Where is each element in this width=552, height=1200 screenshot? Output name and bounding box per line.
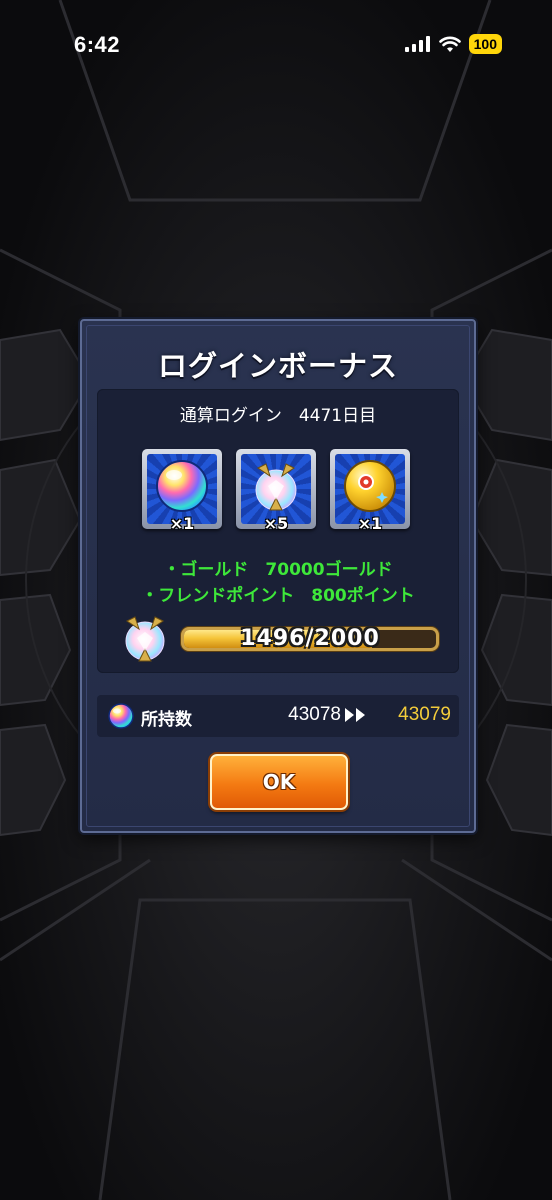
rainbow-orb-icon [156, 460, 208, 512]
progress-section: 1496/2000 [117, 613, 447, 669]
reward-item-rainbow-orb[interactable]: ×1 [142, 449, 222, 533]
reward-item-crystal[interactable]: ×5 [236, 449, 316, 533]
reward-item-gold-orb[interactable]: ×1 [330, 449, 410, 533]
rainbow-orb-icon [108, 703, 134, 729]
clock-time: 6:42 [74, 32, 121, 57]
dialog-title: ログインボーナス [157, 349, 398, 383]
login-progress-text: 1496/2000 [240, 626, 380, 651]
reward-friend-points-text: ・フレンドポイント 800ポイント [141, 586, 415, 606]
crystal-gem-icon [125, 616, 165, 662]
status-icons: 100 [404, 34, 502, 54]
owned-count-row: 所持数 43078 43079 [97, 695, 459, 737]
wifi-icon [438, 36, 461, 52]
item-quantity: ×1 [169, 514, 195, 533]
owned-count-before: 43078 [288, 704, 341, 725]
reward-gold-text: ・ゴールド 70000ゴールド [163, 560, 393, 580]
game-screen: 6:42 100 ログインボーナス 通算ログイン 4471日目 ×1 ×5 ×1… [0, 0, 552, 1200]
double-arrow-right-icon [345, 708, 365, 722]
cellular-signal-icon [404, 36, 430, 52]
login-count: 通算ログイン 4471日目 [179, 406, 377, 426]
gold-orb-icon [344, 460, 396, 512]
battery-icon: 100 [468, 34, 502, 54]
login-bonus-dialog: ログインボーナス 通算ログイン 4471日目 ×1 ×5 ×1 ・ゴールド 70… [80, 319, 476, 833]
status-bar: 6:42 100 [0, 0, 552, 90]
ok-button[interactable]: OK [210, 754, 348, 810]
reward-items: ×1 ×5 ×1 [142, 449, 410, 533]
item-quantity: ×5 [263, 514, 289, 533]
item-quantity: ×1 [357, 514, 383, 533]
reward-panel: 通算ログイン 4471日目 ×1 ×5 ×1 ・ゴールド 70000ゴールド ・… [97, 389, 459, 673]
crystal-gem-icon [255, 463, 297, 511]
owned-label: 所持数 [141, 710, 192, 730]
owned-count-after: 43079 [398, 704, 451, 725]
